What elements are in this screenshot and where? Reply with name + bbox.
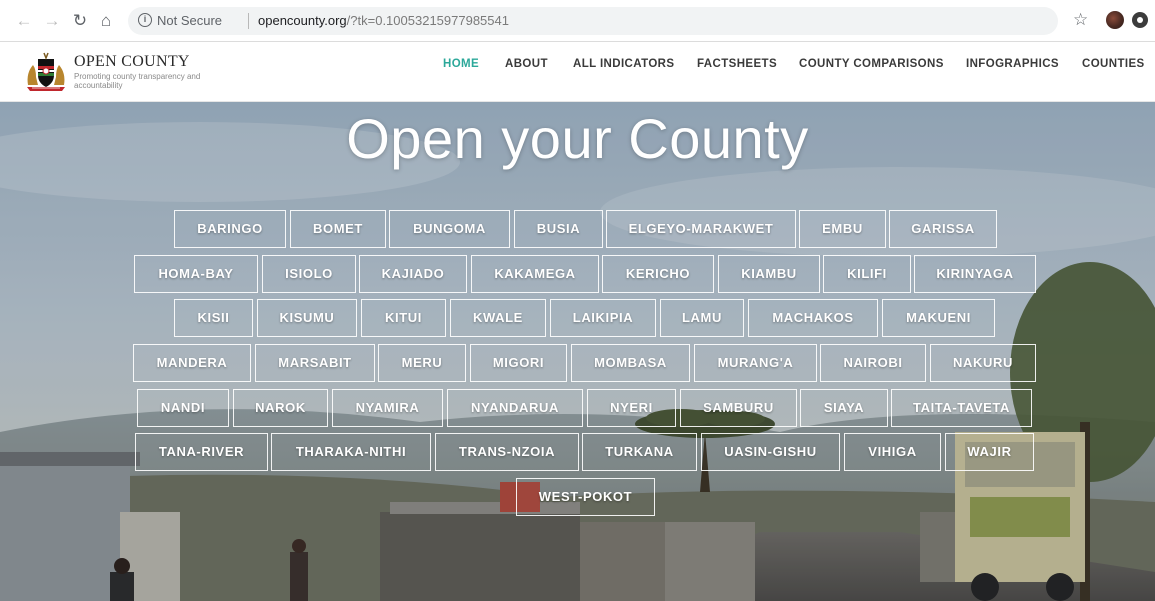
county-button-makueni[interactable]: MAKUENI <box>882 299 995 337</box>
county-button-trans-nzoia[interactable]: TRANS-NZOIA <box>435 433 579 471</box>
url-text[interactable]: opencounty.org/?tk=0.10053215977985541 <box>258 13 509 28</box>
county-button-narok[interactable]: NAROK <box>233 389 328 427</box>
county-button-kajiado[interactable]: KAJIADO <box>359 255 467 293</box>
county-button-turkana[interactable]: TURKANA <box>582 433 697 471</box>
county-button-kirinyaga[interactable]: KIRINYAGA <box>914 255 1036 293</box>
county-button-kakamega[interactable]: KAKAMEGA <box>471 255 599 293</box>
nav-county-comparisons[interactable]: COUNTY COMPARISONS <box>799 58 944 70</box>
county-button-vihiga[interactable]: VIHIGA <box>844 433 941 471</box>
county-button-siaya[interactable]: SIAYA <box>800 389 888 427</box>
nav-home[interactable]: HOME <box>443 58 479 70</box>
county-button-lamu[interactable]: LAMU <box>660 299 744 337</box>
county-button-nyandarua[interactable]: NYANDARUA <box>447 389 583 427</box>
address-separator <box>248 13 249 29</box>
security-status: Not Secure <box>157 13 223 28</box>
county-button-bungoma[interactable]: BUNGOMA <box>389 210 510 248</box>
url-host: opencounty.org <box>258 13 347 28</box>
county-button-meru[interactable]: MERU <box>378 344 466 382</box>
county-button-kisumu[interactable]: KISUMU <box>257 299 357 337</box>
county-button-isiolo[interactable]: ISIOLO <box>262 255 356 293</box>
nav-about[interactable]: ABOUT <box>505 58 548 70</box>
nav-infographics[interactable]: INFOGRAPHICS <box>966 58 1059 70</box>
county-button-kericho[interactable]: KERICHO <box>602 255 714 293</box>
county-button-taita-taveta[interactable]: TAITA-TAVETA <box>891 389 1032 427</box>
address-bar[interactable]: i Not Secure opencounty.org/?tk=0.100532… <box>128 7 1058 35</box>
home-icon[interactable]: ⌂ <box>96 11 116 31</box>
county-button-nairobi[interactable]: NAIROBI <box>820 344 926 382</box>
county-button-west-pokot[interactable]: WEST-POKOT <box>516 478 655 516</box>
county-button-kiambu[interactable]: KIAMBU <box>718 255 820 293</box>
county-button-busia[interactable]: BUSIA <box>514 210 603 248</box>
county-button-wajir[interactable]: WAJIR <box>945 433 1034 471</box>
county-button-nyamira[interactable]: NYAMIRA <box>332 389 443 427</box>
extension-circle-icon[interactable] <box>1132 12 1148 28</box>
url-query: /?tk=0.10053215977985541 <box>346 13 509 28</box>
back-arrow-icon[interactable]: ← <box>14 11 34 31</box>
county-button-tharaka-nithi[interactable]: THARAKA-NITHI <box>271 433 431 471</box>
county-button-nakuru[interactable]: NAKURU <box>930 344 1036 382</box>
site-header: OPEN COUNTY Promoting county transparenc… <box>0 42 1155 102</box>
hero-title: Open your County <box>346 107 809 170</box>
nav-counties[interactable]: COUNTIES <box>1082 58 1145 70</box>
county-button-mombasa[interactable]: MOMBASA <box>571 344 690 382</box>
county-button-marsabit[interactable]: MARSABIT <box>255 344 375 382</box>
browser-toolbar: ← → ↻ ⌂ i Not Secure opencounty.org/?tk=… <box>0 0 1155 42</box>
county-button-laikipia[interactable]: LAIKIPIA <box>550 299 656 337</box>
reload-icon[interactable]: ↻ <box>70 11 90 31</box>
hero-section: Open your County BARINGO BOMET BUNGOMA B… <box>0 102 1155 601</box>
county-button-garissa[interactable]: GARISSA <box>889 210 997 248</box>
forward-arrow-icon[interactable]: → <box>42 11 62 31</box>
county-button-nandi[interactable]: NANDI <box>137 389 229 427</box>
county-button-baringo[interactable]: BARINGO <box>174 210 286 248</box>
bookmark-star-icon[interactable]: ☆ <box>1073 10 1088 30</box>
county-button-homa-bay[interactable]: HOMA-BAY <box>134 255 258 293</box>
county-button-samburu[interactable]: SAMBURU <box>680 389 797 427</box>
county-button-machakos[interactable]: MACHAKOS <box>748 299 878 337</box>
extension-avatar-icon[interactable] <box>1106 11 1124 29</box>
county-button-mandera[interactable]: MANDERA <box>133 344 251 382</box>
nav-factsheets[interactable]: FACTSHEETS <box>697 58 777 70</box>
info-icon[interactable]: i <box>138 13 152 27</box>
county-button-uasin-gishu[interactable]: UASIN-GISHU <box>701 433 840 471</box>
county-button-kilifi[interactable]: KILIFI <box>823 255 911 293</box>
county-button-nyeri[interactable]: NYERI <box>587 389 676 427</box>
county-button-elgeyo-marakwet[interactable]: ELGEYO-MARAKWET <box>606 210 796 248</box>
county-button-bomet[interactable]: BOMET <box>290 210 386 248</box>
county-button-tana-river[interactable]: TANA-RIVER <box>135 433 268 471</box>
nav-all-indicators[interactable]: ALL INDICATORS <box>573 58 674 70</box>
county-button-migori[interactable]: MIGORI <box>470 344 567 382</box>
county-button-kwale[interactable]: KWALE <box>450 299 546 337</box>
county-button-kisii[interactable]: KISII <box>174 299 253 337</box>
county-button-kitui[interactable]: KITUI <box>361 299 446 337</box>
county-button-muranga[interactable]: MURANG'A <box>694 344 817 382</box>
main-navigation: HOME ABOUT ALL INDICATORS FACTSHEETS COU… <box>0 58 1155 78</box>
county-button-embu[interactable]: EMBU <box>799 210 886 248</box>
